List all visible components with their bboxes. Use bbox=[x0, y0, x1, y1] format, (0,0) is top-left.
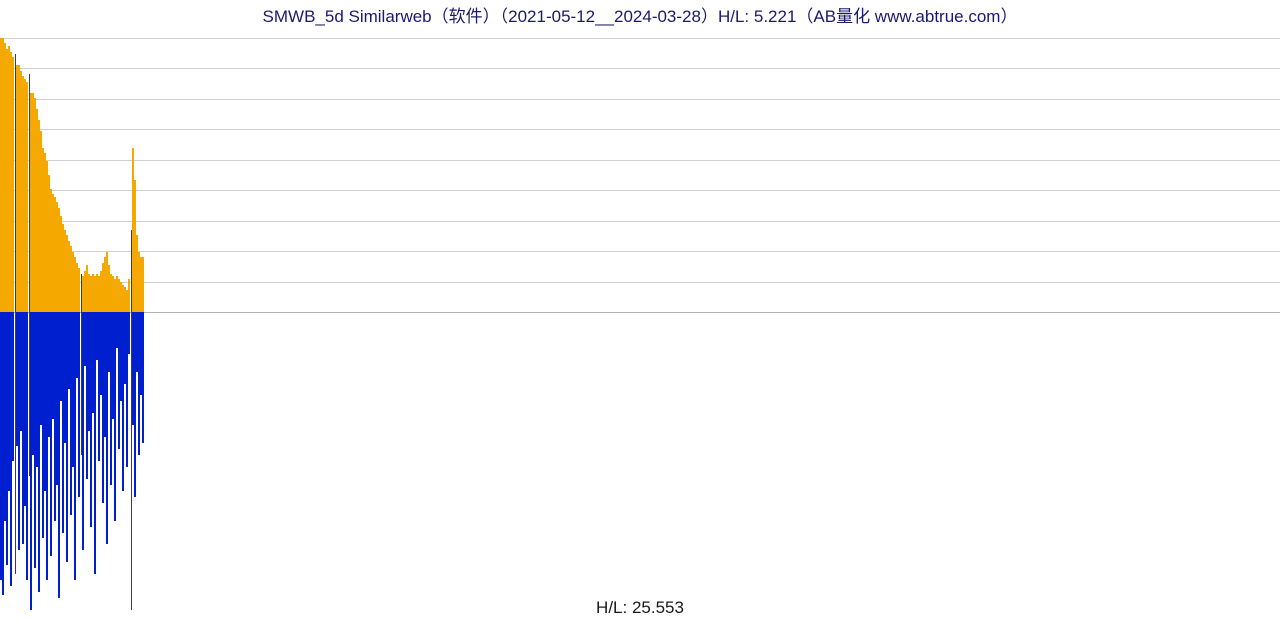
upper-bars bbox=[0, 38, 144, 312]
gridline bbox=[0, 282, 1280, 283]
gridline bbox=[0, 251, 1280, 252]
chart-title: SMWB_5d Similarweb（软件）（2021-05-12__2024-… bbox=[0, 2, 1280, 27]
chart-area bbox=[0, 28, 1280, 610]
gridline bbox=[0, 190, 1280, 191]
gridline bbox=[0, 221, 1280, 222]
upper-bar bbox=[142, 257, 144, 312]
lower-bars bbox=[0, 312, 144, 610]
lower-bar bbox=[142, 312, 144, 443]
gridline bbox=[0, 129, 1280, 130]
gridline bbox=[0, 160, 1280, 161]
gridlines bbox=[0, 28, 1280, 610]
gridline bbox=[0, 99, 1280, 100]
midline bbox=[0, 312, 1280, 313]
gridline bbox=[0, 68, 1280, 69]
gridline bbox=[0, 38, 1280, 39]
chart-footer: H/L: 25.553 bbox=[0, 598, 1280, 618]
